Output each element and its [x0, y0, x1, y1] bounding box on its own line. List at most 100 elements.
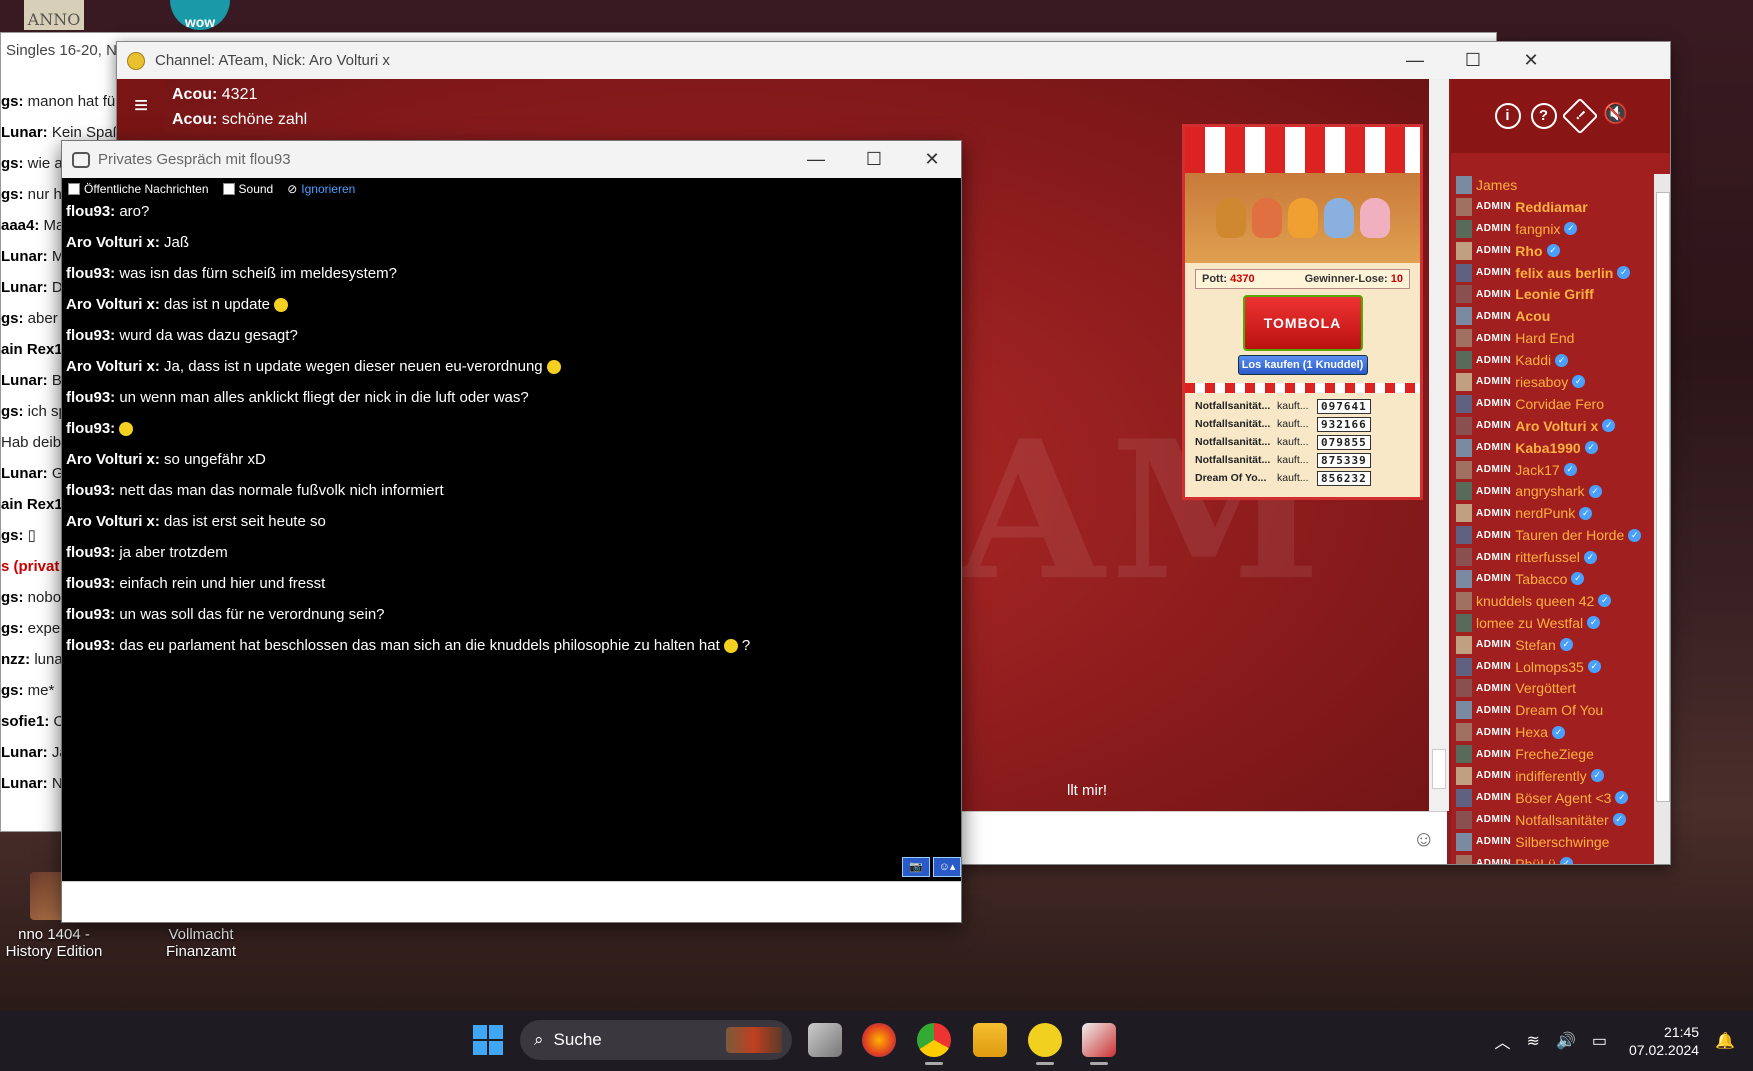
user-list-item[interactable]: ADMIN ritterfussel ✓	[1451, 546, 1651, 568]
user-list-item[interactable]: ADMIN Leonie Griff	[1451, 283, 1651, 305]
user-list-item[interactable]: ADMIN Tauren der Horde ✓	[1451, 524, 1651, 546]
taskbar-clock[interactable]: 21:45 07.02.2024	[1629, 1023, 1699, 1059]
user-list-item[interactable]: ADMIN Vergöttert	[1451, 677, 1651, 699]
windows-start-icon[interactable]	[473, 1025, 503, 1055]
user-list-item[interactable]: ADMIN riesaboy ✓	[1451, 371, 1651, 393]
chat-nick[interactable]: gs:	[1, 186, 24, 203]
message-nick[interactable]: Aro Volturi x:	[66, 234, 160, 251]
channel-message-input[interactable]: ☺	[957, 811, 1447, 864]
smiley-picker-icon[interactable]: ☺▴	[933, 857, 961, 877]
message-nick[interactable]: flou93:	[66, 606, 115, 623]
chat-nick[interactable]: gs:	[1, 155, 24, 172]
chat-nick[interactable]: Lunar:	[1, 775, 48, 792]
file-explorer-icon[interactable]	[973, 1023, 1007, 1057]
maximize-icon[interactable]: ☐	[1444, 50, 1502, 71]
minimize-icon[interactable]: —	[787, 149, 845, 170]
wifi-icon[interactable]: ≋	[1527, 1031, 1540, 1051]
user-list-item[interactable]: lomee zu Westfal ✓	[1451, 612, 1651, 634]
maximize-icon[interactable]: ☐	[845, 149, 903, 170]
chat-nick[interactable]: gs:	[1, 620, 24, 637]
user-list-item[interactable]: ADMIN Lolmops35 ✓	[1451, 656, 1651, 678]
user-list-item[interactable]: ADMIN Tabacco ✓	[1451, 568, 1651, 590]
user-list-item[interactable]: ADMIN indifferently ✓	[1451, 765, 1651, 787]
snipping-tool-icon[interactable]	[1082, 1023, 1116, 1065]
user-list-item[interactable]: ADMIN Notfallsanitäter ✓	[1451, 809, 1651, 831]
close-icon[interactable]: ✕	[903, 149, 961, 170]
user-list-scrollbar[interactable]	[1654, 174, 1670, 864]
firefox-icon[interactable]	[862, 1023, 896, 1057]
message-nick[interactable]: flou93:	[66, 637, 115, 654]
message-nick[interactable]: flou93:	[66, 575, 115, 592]
camera-icon[interactable]: 📷	[902, 857, 930, 877]
user-list-item[interactable]: James	[1451, 174, 1651, 196]
chat-nick[interactable]: Lunar:	[1, 124, 48, 141]
public-messages-checkbox[interactable]: Öffentliche Nachrichten	[68, 182, 209, 196]
chat-nick[interactable]: ain Rex1:	[1, 341, 68, 358]
chrome-icon[interactable]	[917, 1023, 951, 1065]
user-list-item[interactable]: ADMIN fangnix ✓	[1451, 218, 1651, 240]
sound-checkbox[interactable]: Sound	[222, 182, 273, 196]
scrollbar-thumb[interactable]	[1432, 749, 1446, 789]
minimize-icon[interactable]: —	[1386, 50, 1444, 71]
message-nick[interactable]: flou93:	[66, 203, 115, 220]
desktop-icon-wow-thumb[interactable]: wow	[170, 0, 230, 30]
help-icon[interactable]: ?	[1530, 103, 1557, 129]
chat-nick[interactable]: aaa4:	[1, 217, 39, 234]
user-list-item[interactable]: ADMIN Hard End	[1451, 327, 1651, 349]
chat-nick[interactable]: Lunar:	[1, 372, 48, 389]
close-icon[interactable]: ✕	[1502, 50, 1560, 71]
channel-titlebar[interactable]: Channel: ATeam, Nick: Aro Volturi x — ☐ …	[117, 42, 1670, 79]
message-nick[interactable]: flou93:	[66, 420, 115, 437]
user-list-item[interactable]: ADMIN Hexa ✓	[1451, 721, 1651, 743]
user-list-item[interactable]: ADMIN Kaddi ✓	[1451, 349, 1651, 371]
taskbar-search[interactable]: ⌕ Suche	[520, 1020, 792, 1060]
tombola-widget[interactable]: Pott: 4370 Gewinner-Lose: 10 TOMBOLA Los…	[1182, 124, 1423, 500]
chat-nick[interactable]: Lunar:	[1, 465, 48, 482]
user-list-item[interactable]: ADMIN FrecheZiege	[1451, 743, 1651, 765]
user-list-item[interactable]: ADMIN nerdPunk ✓	[1451, 502, 1651, 524]
chat-nick[interactable]: gs:	[1, 403, 24, 420]
chat-nick[interactable]: gs:	[1, 589, 24, 606]
user-list-item[interactable]: knuddels queen 42 ✓	[1451, 590, 1651, 612]
chat-nick[interactable]: gs:	[1, 527, 24, 544]
message-nick[interactable]: Aro Volturi x:	[66, 296, 160, 313]
user-list-item[interactable]: ADMIN Kaba1990 ✓	[1451, 437, 1651, 459]
scrollbar-thumb[interactable]	[1656, 192, 1670, 802]
user-list-item[interactable]: ADMIN Rho ✓	[1451, 240, 1651, 262]
notification-bell-icon[interactable]: 🔔	[1715, 1031, 1735, 1051]
user-list-item[interactable]: ADMIN Böser Agent <3 ✓	[1451, 787, 1651, 809]
chat-nick[interactable]: Lunar:	[1, 248, 48, 265]
chat-nick[interactable]: gs:	[1, 310, 24, 327]
chat-nick[interactable]: gs:	[1, 682, 24, 699]
smiley-icon[interactable]: ☺	[1413, 826, 1435, 852]
user-list-item[interactable]: ADMIN Acou	[1451, 305, 1651, 327]
chat-nick[interactable]: ain Rex1:	[1, 496, 68, 513]
diamond-icon[interactable]: !	[1561, 97, 1598, 135]
user-list-item[interactable]: ADMIN angryshark ✓	[1451, 480, 1651, 502]
private-titlebar[interactable]: Privates Gespräch mit flou93 — ☐ ✕	[62, 141, 961, 178]
user-list-item[interactable]: ADMIN Corvidae Fero	[1451, 393, 1651, 415]
message-nick[interactable]: flou93:	[66, 389, 115, 406]
ignore-link[interactable]: ⊘ Ignorieren	[287, 182, 355, 196]
message-nick[interactable]: flou93:	[66, 482, 115, 499]
private-message-input[interactable]	[62, 881, 961, 922]
chat-scrollbar[interactable]	[1429, 79, 1449, 811]
chat-nick[interactable]: sofie1:	[1, 713, 49, 730]
info-icon[interactable]: i	[1494, 103, 1521, 129]
battery-icon[interactable]: ▭	[1592, 1031, 1607, 1051]
message-nick[interactable]: Aro Volturi x:	[66, 451, 160, 468]
user-list-item[interactable]: ADMIN Silberschwinge	[1451, 831, 1651, 853]
mute-icon[interactable]: 🔇	[1603, 103, 1629, 129]
task-view-icon[interactable]	[808, 1023, 842, 1057]
user-list-item[interactable]: ADMIN Jack17 ✓	[1451, 459, 1651, 481]
private-chat-window[interactable]: Privates Gespräch mit flou93 — ☐ ✕ Öffen…	[61, 140, 962, 923]
message-nick[interactable]: Aro Volturi x:	[66, 358, 160, 375]
user-list-item[interactable]: ADMIN PhüLü ✓	[1451, 853, 1651, 864]
chat-nick[interactable]: Acou:	[172, 111, 217, 128]
user-list-item[interactable]: ADMIN Dream Of You	[1451, 699, 1651, 721]
message-nick[interactable]: flou93:	[66, 544, 115, 561]
volume-icon[interactable]: 🔊	[1556, 1031, 1576, 1051]
chevron-up-icon[interactable]: ︿	[1495, 1029, 1511, 1053]
menu-icon[interactable]: ≡	[117, 79, 165, 133]
chat-nick[interactable]: Acou:	[172, 86, 217, 103]
